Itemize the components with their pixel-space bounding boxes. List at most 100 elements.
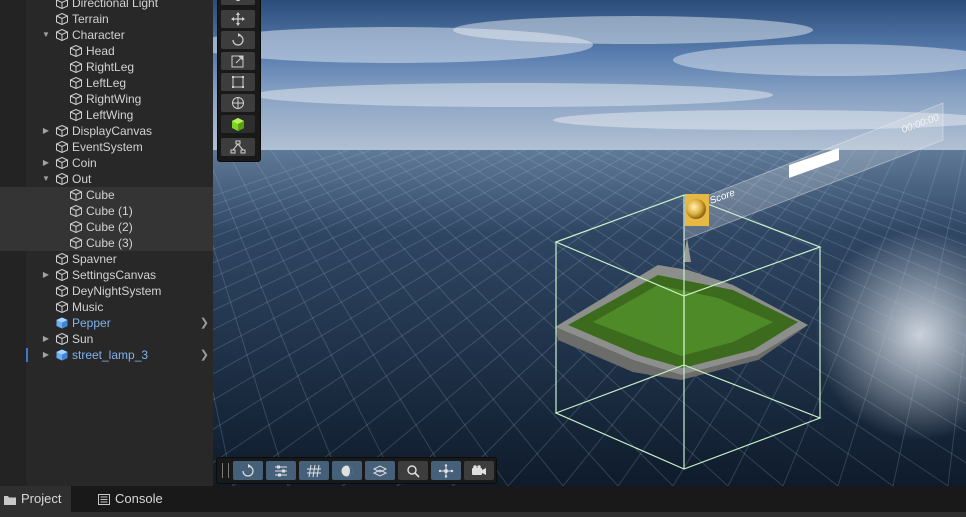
hierarchy-item[interactable]: Head bbox=[0, 43, 213, 59]
gameobject-cube-icon bbox=[70, 237, 82, 249]
coin-icon bbox=[686, 199, 706, 219]
hierarchy-item[interactable]: Cube bbox=[0, 187, 213, 203]
hierarchy-item[interactable]: Pepper ❯ bbox=[0, 315, 213, 331]
hierarchy-item[interactable]: EventSystem bbox=[0, 139, 213, 155]
pivot-button[interactable] bbox=[431, 461, 461, 480]
transform-icon bbox=[232, 97, 244, 109]
pivot-icon bbox=[438, 463, 454, 478]
gameobject-cube-icon bbox=[56, 285, 68, 297]
gameobject-cube-icon bbox=[56, 29, 68, 41]
hierarchy-item[interactable]: ▶ street_lamp_3 ❯ bbox=[0, 347, 213, 363]
custom-tool-button[interactable] bbox=[221, 115, 255, 133]
scale-icon bbox=[231, 55, 244, 68]
expand-arrow-icon[interactable]: ▼ bbox=[41, 171, 51, 187]
collapse-arrow-icon[interactable]: ▶ bbox=[41, 267, 51, 283]
hierarchy-item-label: Music bbox=[72, 300, 104, 314]
hierarchy-item[interactable]: LeftWing bbox=[0, 107, 213, 123]
hierarchy-item-label: Spavner bbox=[72, 252, 117, 266]
hierarchy-item[interactable]: Spavner bbox=[0, 251, 213, 267]
tool-palette bbox=[217, 0, 261, 162]
shading-sphere-icon bbox=[341, 465, 353, 476]
hierarchy-item[interactable]: DeyNightSystem bbox=[0, 283, 213, 299]
drag-handle-icon[interactable] bbox=[222, 463, 229, 478]
hierarchy-item[interactable]: Cube (2) bbox=[0, 219, 213, 235]
hierarchy-item[interactable]: ▶ SettingsCanvas bbox=[0, 267, 213, 283]
bottom-strip bbox=[0, 512, 966, 517]
hierarchy-tool-button[interactable] bbox=[221, 138, 255, 156]
view-tool-button[interactable] bbox=[221, 0, 255, 5]
gameobject-cube-icon bbox=[70, 77, 82, 89]
hierarchy-item-label: Coin bbox=[72, 156, 97, 170]
hierarchy-item-label: EventSystem bbox=[72, 140, 143, 154]
hierarchy-item-label: street_lamp_3 bbox=[72, 348, 149, 362]
gameobject-cube-icon bbox=[56, 269, 68, 281]
open-prefab-chevron-icon[interactable]: ❯ bbox=[200, 347, 209, 363]
tab-console[interactable]: Console bbox=[94, 486, 173, 512]
collapse-arrow-icon[interactable]: ▶ bbox=[41, 347, 51, 363]
gameobject-cube-icon bbox=[56, 301, 68, 313]
hierarchy-item[interactable]: ▶ Coin bbox=[0, 155, 213, 171]
selection-marker bbox=[26, 348, 28, 362]
search-icon bbox=[407, 464, 420, 478]
gameobject-cube-icon bbox=[56, 253, 68, 265]
hierarchy-item-label: Directional Light bbox=[72, 0, 159, 10]
gameobject-cube-icon bbox=[70, 109, 82, 121]
rotate-tool-button[interactable] bbox=[221, 31, 255, 49]
collapse-arrow-icon[interactable]: ▶ bbox=[41, 155, 51, 171]
gameobject-cube-icon bbox=[56, 0, 68, 9]
hierarchy-item-label: RightWing bbox=[86, 92, 142, 106]
green-cube-icon bbox=[232, 118, 244, 131]
hierarchy-item-label: DisplayCanvas bbox=[72, 124, 153, 138]
hierarchy-item[interactable]: ▼ Character bbox=[0, 27, 213, 43]
gameobject-cube-icon bbox=[56, 333, 68, 345]
hierarchy-item-label: LeftWing bbox=[86, 108, 134, 122]
tab-project[interactable]: Project bbox=[0, 486, 72, 512]
hierarchy-item[interactable]: RightLeg bbox=[0, 59, 213, 75]
hierarchy-item-label: Cube (1) bbox=[86, 204, 133, 218]
grid-button[interactable] bbox=[299, 461, 329, 480]
console-icon bbox=[98, 493, 110, 505]
collapse-arrow-icon[interactable]: ▶ bbox=[41, 123, 51, 139]
layers-button[interactable] bbox=[365, 461, 395, 480]
hierarchy-item-label: Cube (3) bbox=[86, 236, 133, 250]
shading-button[interactable] bbox=[332, 461, 362, 480]
rect-tool-button[interactable] bbox=[221, 73, 255, 91]
expand-arrow-icon[interactable]: ▼ bbox=[41, 27, 51, 43]
prefab-cube-icon bbox=[56, 317, 68, 329]
hierarchy-item[interactable]: Terrain bbox=[0, 11, 213, 27]
move-tool-button[interactable] bbox=[221, 10, 255, 28]
scene-view[interactable]: Score 00:00:00 bbox=[213, 0, 966, 486]
bottom-tab-bar: Project Console bbox=[0, 486, 966, 517]
hierarchy-item-label: Cube bbox=[86, 188, 115, 202]
scale-tool-button[interactable] bbox=[221, 52, 255, 70]
search-button[interactable] bbox=[398, 461, 428, 480]
camera-icon bbox=[472, 464, 486, 475]
hierarchy-item-label: Out bbox=[72, 172, 92, 186]
hierarchy-item[interactable]: ▶ Sun bbox=[0, 331, 213, 347]
gameobject-cube-icon bbox=[56, 13, 68, 25]
sliders-icon bbox=[275, 465, 287, 476]
settings-button[interactable] bbox=[266, 461, 296, 480]
hierarchy-item[interactable]: ▼ Out bbox=[0, 171, 213, 187]
refresh-button[interactable] bbox=[233, 461, 263, 480]
gameobject-cube-icon bbox=[70, 45, 82, 57]
collapse-arrow-icon[interactable]: ▶ bbox=[41, 331, 51, 347]
transform-tool-button[interactable] bbox=[221, 94, 255, 112]
scene-canvas[interactable]: Score 00:00:00 bbox=[213, 0, 966, 486]
hierarchy-item[interactable]: Cube (1) bbox=[0, 203, 213, 219]
folder-icon bbox=[4, 495, 16, 505]
prefab-cube-icon bbox=[56, 349, 68, 361]
hierarchy-item-label: LeftLeg bbox=[86, 76, 127, 90]
hierarchy-item[interactable]: ▶ DisplayCanvas bbox=[0, 123, 213, 139]
hierarchy-item[interactable]: Cube (3) bbox=[0, 235, 213, 251]
hierarchy-item[interactable]: RightWing bbox=[0, 91, 213, 107]
hierarchy-item-label: Cube (2) bbox=[86, 220, 133, 234]
hierarchy-item[interactable]: LeftLeg bbox=[0, 75, 213, 91]
open-prefab-chevron-icon[interactable]: ❯ bbox=[200, 315, 209, 331]
tab-console-label: Console bbox=[115, 491, 163, 506]
gameobject-cube-icon bbox=[56, 141, 68, 153]
camera-button[interactable] bbox=[464, 461, 494, 480]
hierarchy-item-label: RightLeg bbox=[86, 60, 135, 74]
hierarchy-item[interactable]: Directional Light bbox=[0, 0, 213, 11]
hierarchy-item[interactable]: Music bbox=[0, 299, 213, 315]
